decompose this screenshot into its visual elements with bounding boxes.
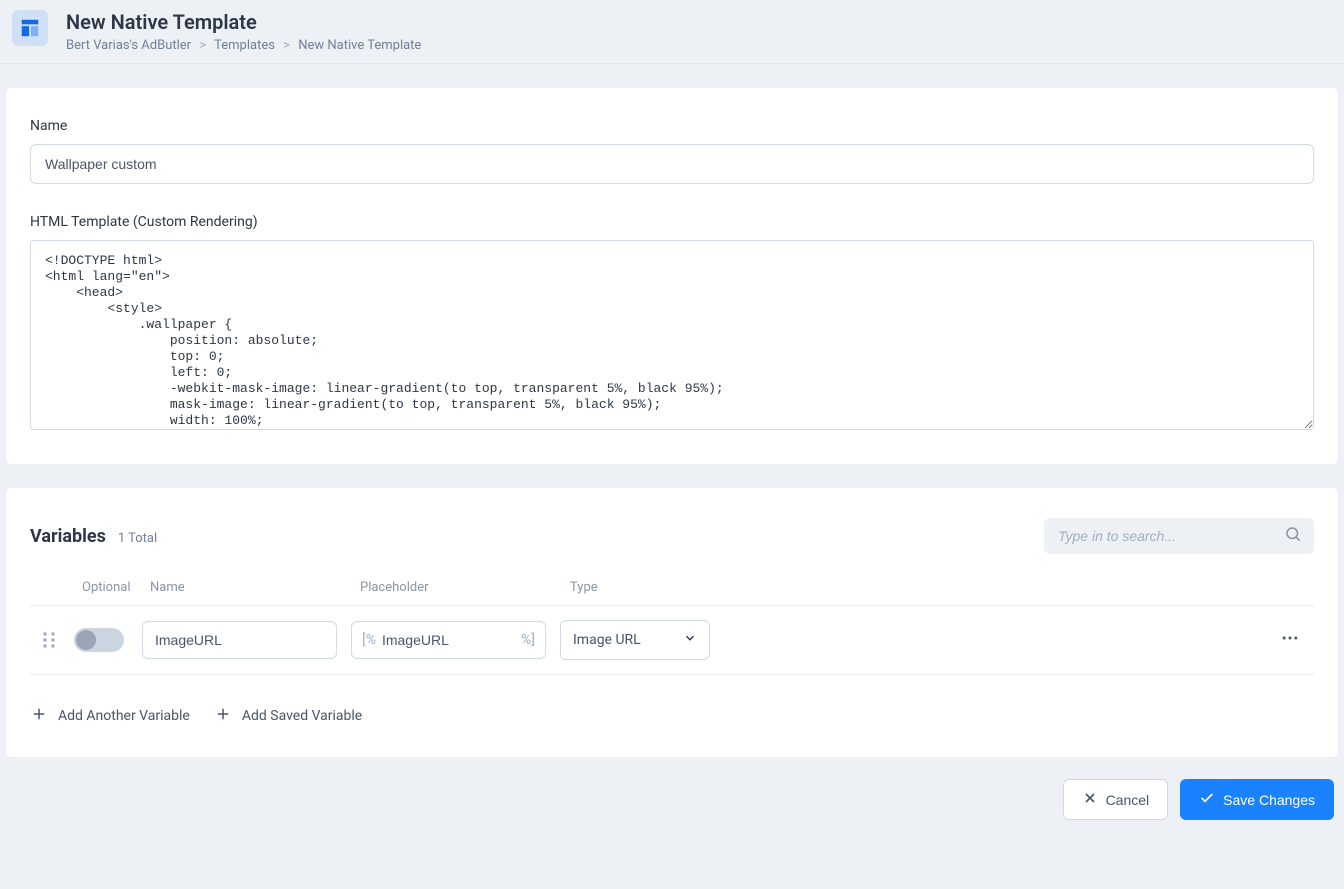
placeholder-suffix: %]	[521, 632, 535, 648]
add-saved-variable-button[interactable]: Add Saved Variable	[214, 705, 362, 727]
plus-icon	[214, 705, 232, 727]
col-optional-header: Optional	[82, 580, 150, 595]
variables-table-header: Optional Name Placeholder Type	[30, 570, 1314, 605]
variable-placeholder-input[interactable]	[376, 622, 521, 658]
footer-actions: Cancel Save Changes	[0, 757, 1344, 840]
variables-title: Variables	[30, 526, 106, 547]
variable-row-actions[interactable]	[1274, 622, 1306, 658]
col-placeholder-header: Placeholder	[360, 580, 570, 595]
breadcrumb-root[interactable]: Bert Varias's AdButler	[66, 38, 191, 53]
save-label: Save Changes	[1223, 792, 1315, 808]
variables-search-input[interactable]	[1044, 518, 1314, 554]
name-label: Name	[30, 118, 1314, 134]
cancel-button[interactable]: Cancel	[1063, 779, 1169, 820]
plus-icon	[30, 705, 48, 727]
save-changes-button[interactable]: Save Changes	[1180, 779, 1334, 820]
add-another-variable-label: Add Another Variable	[58, 708, 190, 724]
drag-handle-icon[interactable]	[38, 631, 60, 649]
breadcrumb: Bert Varias's AdButler > Templates > New…	[66, 38, 421, 53]
variable-name-input[interactable]	[142, 621, 337, 659]
col-type-header: Type	[570, 580, 720, 595]
variable-type-value: Image URL	[573, 632, 641, 648]
search-icon	[1284, 525, 1302, 547]
name-input[interactable]	[30, 144, 1314, 184]
template-icon	[12, 10, 48, 46]
check-icon	[1199, 790, 1215, 809]
placeholder-prefix: [%	[362, 632, 376, 648]
variables-count: 1 Total	[118, 531, 157, 546]
template-form-card: Name HTML Template (Custom Rendering)	[6, 88, 1338, 464]
html-template-textarea[interactable]	[30, 240, 1314, 430]
close-icon	[1082, 790, 1098, 809]
variable-placeholder-field[interactable]: [% %]	[351, 621, 546, 659]
variable-row: [% %] Image URL	[30, 605, 1314, 675]
optional-toggle[interactable]	[74, 628, 124, 652]
html-template-label: HTML Template (Custom Rendering)	[30, 214, 1314, 230]
add-another-variable-button[interactable]: Add Another Variable	[30, 705, 190, 727]
chevron-down-icon	[683, 631, 697, 649]
variable-type-select[interactable]: Image URL	[560, 620, 710, 660]
cancel-label: Cancel	[1106, 792, 1150, 808]
variables-card: Variables 1 Total Optional Name Placehol…	[6, 488, 1338, 757]
breadcrumb-current: New Native Template	[298, 38, 421, 53]
page-header: New Native Template Bert Varias's AdButl…	[0, 0, 1344, 64]
page-title: New Native Template	[66, 10, 421, 34]
breadcrumb-templates[interactable]: Templates	[214, 38, 275, 53]
add-saved-variable-label: Add Saved Variable	[242, 708, 362, 724]
col-name-header: Name	[150, 580, 360, 595]
